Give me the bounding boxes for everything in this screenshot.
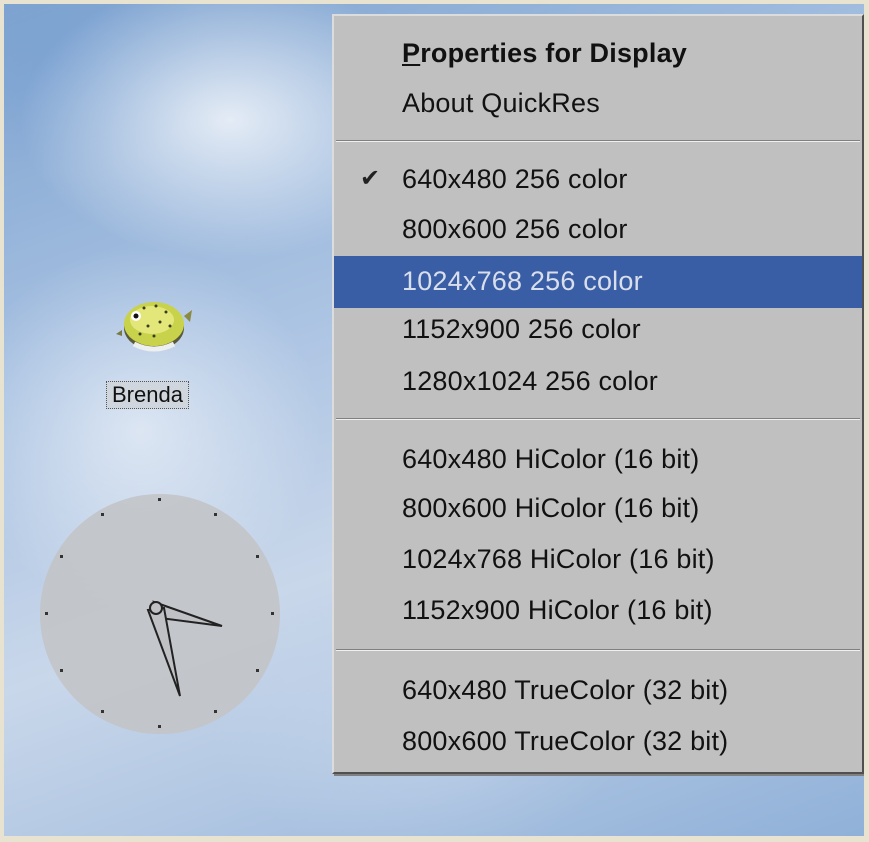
screenshot-border [0,0,869,842]
